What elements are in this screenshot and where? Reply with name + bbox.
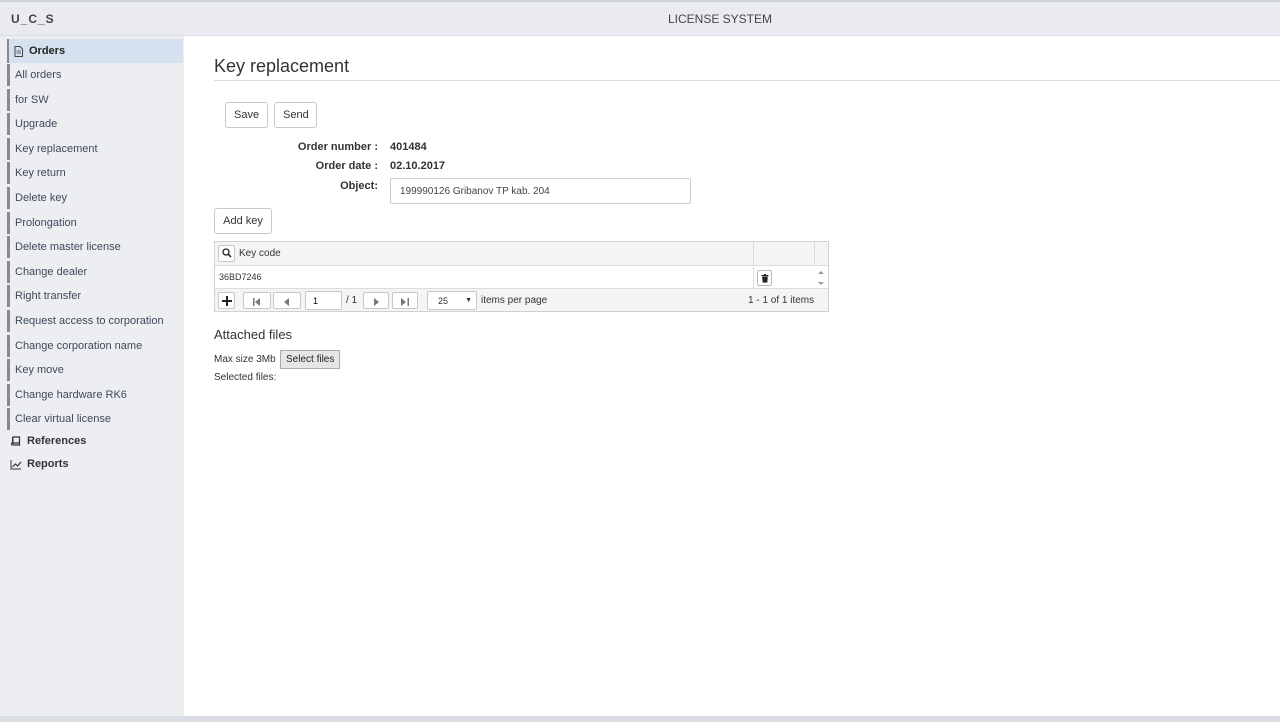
order-date-value: 02.10.2017	[390, 160, 446, 172]
title-divider	[214, 80, 1280, 81]
trash-icon	[761, 274, 769, 286]
sidebar: Orders All orders for SW Upgrade Key rep…	[0, 36, 184, 716]
document-icon	[13, 45, 24, 57]
page-size-value: 25	[438, 296, 449, 306]
add-row-button[interactable]	[218, 292, 235, 309]
send-button[interactable]: Send	[274, 102, 317, 128]
sidebar-section-reports[interactable]: Reports	[10, 455, 69, 473]
select-files-button[interactable]: Select files	[280, 350, 341, 369]
page-title: Key replacement	[214, 56, 350, 76]
sidebar-section-label: References	[27, 435, 87, 447]
sidebar-section-label: Orders	[29, 45, 66, 57]
sidebar-item-all-orders[interactable]: All orders	[7, 64, 183, 86]
order-date-label: Order date :	[315, 160, 378, 172]
sidebar-item-key-replacement[interactable]: Key replacement	[7, 137, 183, 160]
next-page-button[interactable]	[363, 292, 389, 309]
column-divider	[814, 242, 815, 266]
keys-grid: Key code 36BD7246 1 / 1 25 ▼ items per p…	[214, 241, 829, 312]
sidebar-item-right-transfer[interactable]: Right transfer	[7, 285, 183, 308]
add-key-button[interactable]: Add key	[214, 208, 272, 234]
key-code-cell: 36BD7246	[219, 272, 262, 282]
sidebar-item-key-return[interactable]: Key return	[7, 162, 183, 185]
sidebar-item-delete-key[interactable]: Delete key	[7, 186, 183, 209]
page-number-input[interactable]	[305, 291, 342, 310]
order-number-label: Order number :	[297, 141, 378, 153]
app-title: LICENSE SYSTEM	[667, 12, 773, 26]
chart-icon	[10, 459, 22, 470]
sidebar-item-delete-master-license[interactable]: Delete master license	[7, 236, 183, 259]
column-divider	[753, 242, 754, 266]
sidebar-section-references[interactable]: References	[10, 432, 86, 450]
sidebar-item-change-corporation-name[interactable]: Change corporation name	[7, 334, 183, 357]
top-bar: U_C_S LICENSE SYSTEM	[0, 0, 1280, 36]
page-size-select[interactable]: 25 ▼	[427, 291, 477, 310]
chevron-down-icon: ▼	[465, 297, 472, 304]
object-input[interactable]	[390, 178, 691, 204]
first-page-button[interactable]	[243, 292, 271, 309]
page-total: / 1	[346, 295, 358, 306]
last-page-icon	[401, 297, 410, 309]
next-page-icon	[374, 297, 380, 309]
prev-page-button[interactable]	[273, 292, 301, 309]
plus-icon	[222, 296, 232, 309]
orders-menu: All orders for SW Upgrade Key replacemen…	[7, 64, 183, 433]
order-number-value: 401484	[390, 141, 427, 153]
main-content: Key replacement Save Send Order number :…	[184, 36, 1280, 716]
grid-header: Key code	[215, 242, 828, 266]
items-per-page-label: items per page	[481, 295, 548, 306]
pager-summary: 1 - 1 of 1 items	[748, 295, 815, 306]
table-row[interactable]: 36BD7246	[215, 267, 828, 288]
sidebar-item-clear-virtual-license[interactable]: Clear virtual license	[7, 408, 183, 431]
sidebar-item-change-dealer[interactable]: Change dealer	[7, 260, 183, 283]
delete-row-button[interactable]	[757, 270, 772, 286]
sidebar-item-upgrade[interactable]: Upgrade	[7, 113, 183, 136]
sidebar-section-orders[interactable]: Orders	[7, 39, 183, 63]
column-divider	[753, 267, 754, 288]
first-page-icon	[253, 297, 262, 309]
grid-search-button[interactable]	[218, 245, 235, 262]
column-header-key-code[interactable]: Key code	[239, 248, 281, 259]
bottom-bar	[0, 716, 1280, 722]
grid-scrollbar[interactable]	[816, 269, 826, 287]
object-label: Object:	[340, 180, 378, 192]
search-icon	[222, 248, 232, 261]
sidebar-item-request-access[interactable]: Request access to corporation	[7, 309, 183, 332]
last-page-button[interactable]	[392, 292, 418, 309]
save-button[interactable]: Save	[225, 102, 268, 128]
sidebar-item-for-sw[interactable]: for SW	[7, 88, 183, 111]
max-size-label: Max size 3Mb	[214, 354, 276, 365]
sidebar-item-key-move[interactable]: Key move	[7, 359, 183, 382]
book-icon	[10, 435, 21, 447]
sidebar-item-change-hardware[interactable]: Change hardware RK6	[7, 383, 183, 406]
prev-page-icon	[284, 297, 290, 309]
sidebar-item-prolongation[interactable]: Prolongation	[7, 211, 183, 234]
attached-files-title: Attached files	[214, 327, 293, 342]
sidebar-section-label: Reports	[27, 458, 69, 470]
selected-files-label: Selected files:	[214, 372, 277, 383]
grid-pager: / 1 25 ▼ items per page 1 - 1 of 1 items	[215, 288, 828, 311]
